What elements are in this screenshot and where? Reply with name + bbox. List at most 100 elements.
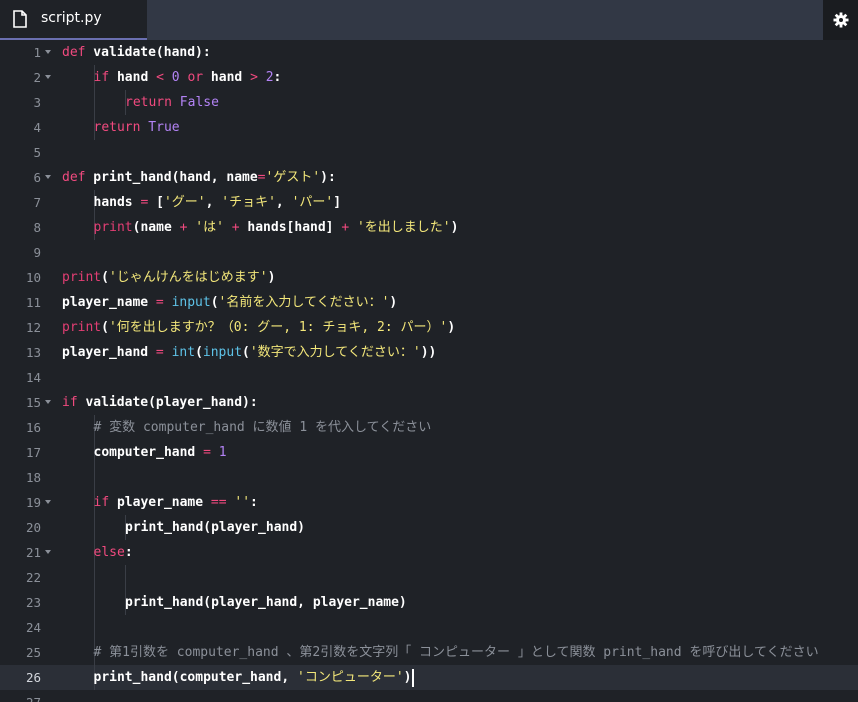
code-token: print_hand(computer_hand, — [93, 670, 297, 685]
line-number: 15 — [25, 395, 41, 410]
code-line[interactable]: 27 — [0, 690, 858, 702]
code-token: ] — [333, 195, 342, 210]
line-number: 5 — [33, 145, 41, 160]
code-token: print_hand(player_hand, player_name) — [125, 595, 407, 610]
code-token: ): — [320, 170, 336, 185]
code-line[interactable]: 6 def print_hand(hand, name='ゲスト'): — [0, 165, 858, 190]
code-line[interactable]: 22 — [0, 565, 858, 590]
fold-chevron-icon[interactable] — [45, 50, 51, 54]
code-line[interactable]: 14 — [0, 365, 858, 390]
line-number: 23 — [25, 595, 41, 610]
line-number: 26 — [25, 670, 41, 685]
code-token: # 第1引数を computer_hand 、第2引数を文字列「 コンピューター… — [93, 645, 819, 660]
code-editor[interactable]: 1 def validate(hand): 2 if hand < 0 or hand… — [0, 40, 858, 702]
tab-filename: script.py — [41, 10, 102, 26]
code-token: print — [62, 320, 102, 335]
line-number: 3 — [33, 95, 41, 110]
code-token: '何を出しますか？（0: グー, 1: チョキ, 2: パー）' — [108, 320, 448, 335]
code-line[interactable]: 16 # 変数 computer_hand に数値 1 を代入してください — [0, 415, 858, 440]
indent-guide — [93, 615, 95, 640]
code-text: print_hand(player_hand, player_name) — [125, 590, 407, 615]
fold-chevron-icon[interactable] — [45, 550, 51, 554]
code-line[interactable]: 11 player_name = input('名前を入力してください：') — [0, 290, 858, 315]
code-line[interactable]: 4 return True — [0, 115, 858, 140]
code-token: input — [171, 295, 211, 310]
line-number: 14 — [25, 370, 41, 385]
code-line[interactable]: 24 — [0, 615, 858, 640]
code-text: if player_name == '': — [94, 490, 258, 515]
code-token: 'グー' — [163, 195, 206, 210]
code-line[interactable]: 8 print(name + 'は' + hands[hand] + 'を出しまし… — [0, 215, 858, 240]
code-token: ( — [242, 345, 250, 360]
code-text: else: — [94, 540, 133, 565]
code-token: def — [62, 45, 86, 60]
code-token: player_name — [62, 295, 156, 310]
fold-chevron-icon[interactable] — [45, 500, 51, 504]
code-token: print — [93, 220, 133, 235]
fold-chevron-icon[interactable] — [45, 75, 51, 79]
code-token: 'じゃんけんをはじめます' — [108, 270, 268, 285]
tab-script-py[interactable]: script.py — [0, 0, 147, 40]
line-number: 16 — [25, 420, 41, 435]
code-line[interactable]: 3 return False — [0, 90, 858, 115]
code-line[interactable]: 19 if player_name == '': — [0, 490, 858, 515]
code-text: print(name + 'は' + hands[hand] + 'を出しました… — [94, 215, 459, 240]
fold-chevron-icon[interactable] — [45, 175, 51, 179]
code-line[interactable]: 12 print('何を出しますか？（0: グー, 1: チョキ, 2: パー）'… — [0, 315, 858, 340]
code-text: computer_hand = 1 — [94, 440, 227, 465]
line-number: 24 — [25, 620, 41, 635]
code-token: = — [155, 345, 164, 360]
code-token: ( — [101, 270, 109, 285]
code-text: print_hand(computer_hand, 'コンピューター') — [94, 665, 415, 690]
code-line[interactable]: 18 — [0, 465, 858, 490]
code-line[interactable]: 15 if validate(player_hand): — [0, 390, 858, 415]
code-line[interactable]: 1 def validate(hand): — [0, 40, 858, 65]
fold-chevron-icon[interactable] — [45, 400, 51, 404]
code-line[interactable]: 9 — [0, 240, 858, 265]
code-token: ) — [267, 270, 276, 285]
code-token: 'は' — [195, 220, 224, 235]
editor-topbar: script.py — [0, 0, 858, 40]
code-token: 'コンピューター' — [297, 670, 404, 685]
code-line[interactable]: 10 print('じゃんけんをはじめます') — [0, 265, 858, 290]
line-number: 11 — [25, 295, 41, 310]
line-number: 20 — [25, 520, 41, 535]
code-token: : — [273, 70, 282, 85]
code-token: validate(player_hand): — [77, 395, 258, 410]
code-line[interactable]: 25 # 第1引数を computer_hand 、第2引数を文字列「 コンピュー… — [0, 640, 858, 665]
code-token: False — [179, 95, 219, 110]
line-number: 7 — [33, 195, 41, 210]
code-line[interactable]: 2 if hand < 0 or hand > 2: — [0, 65, 858, 90]
code-token: < — [156, 70, 164, 85]
code-token: if — [62, 395, 78, 410]
code-token: int — [171, 345, 196, 360]
code-line[interactable]: 20 print_hand(player_hand) — [0, 515, 858, 540]
code-token: hand — [109, 70, 157, 85]
code-line[interactable]: 23 print_hand(player_hand, player_name) — [0, 590, 858, 615]
indent-guide — [93, 565, 95, 590]
code-line[interactable]: 5 — [0, 140, 858, 165]
code-token: ( — [101, 320, 109, 335]
code-line[interactable]: 17 computer_hand = 1 — [0, 440, 858, 465]
code-text: return True — [94, 115, 180, 140]
code-line[interactable]: 21 else: — [0, 540, 858, 565]
code-token: 2 — [265, 70, 274, 85]
code-token: + — [231, 220, 240, 235]
line-number: 1 — [33, 45, 41, 60]
code-text: # 第1引数を computer_hand 、第2引数を文字列「 コンピューター… — [94, 640, 819, 665]
settings-button[interactable] — [823, 0, 858, 40]
code-line[interactable]: 26 print_hand(computer_hand, 'コンピューター') — [0, 665, 858, 690]
line-number: 19 — [25, 495, 41, 510]
code-token: else — [93, 545, 125, 560]
code-line[interactable]: 13 player_hand = int(input('数字で入力してください：'… — [0, 340, 858, 365]
code-text: hands = ['グー', 'チョキ', 'パー'] — [94, 190, 342, 215]
code-token: ) — [403, 670, 412, 685]
code-text: print('何を出しますか？（0: グー, 1: チョキ, 2: パー）') — [62, 315, 455, 340]
code-token: hands — [93, 195, 141, 210]
code-line[interactable]: 7 hands = ['グー', 'チョキ', 'パー'] — [0, 190, 858, 215]
